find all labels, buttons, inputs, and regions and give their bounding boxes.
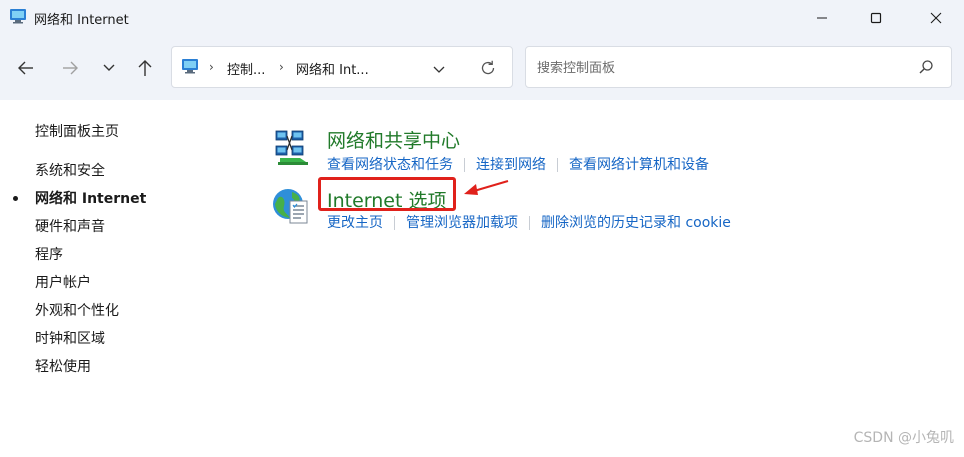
- sidebar-item-label: 时钟和区域: [35, 331, 105, 347]
- link-divider: [529, 216, 530, 230]
- up-button[interactable]: [133, 56, 157, 80]
- arrow-right-icon: [63, 61, 78, 75]
- link-divider: [394, 216, 395, 230]
- sidebar-item-clock-region[interactable]: 时钟和区域: [35, 330, 146, 358]
- search-icon: [919, 60, 933, 74]
- active-indicator: [13, 196, 18, 201]
- watermark: CSDN @小兔叽: [853, 430, 954, 446]
- sidebar-item-label: 用户帐户: [35, 275, 91, 291]
- link-manage-addons[interactable]: 管理浏览器加载项: [406, 215, 518, 231]
- window-title: 网络和 Internet: [34, 13, 129, 28]
- minimize-icon: [817, 17, 827, 19]
- minimize-button[interactable]: [796, 0, 848, 36]
- link-view-network-computers[interactable]: 查看网络计算机和设备: [569, 157, 709, 173]
- sidebar-item-label: 网络和 Internet: [35, 191, 147, 207]
- breadcrumb-control-panel[interactable]: 控制...: [227, 59, 265, 78]
- internet-options-icon: [272, 186, 312, 226]
- sidebar-item-hardware-sound[interactable]: 硬件和声音: [35, 218, 146, 246]
- maximize-button[interactable]: [850, 0, 902, 36]
- sidebar-item-label: 轻松使用: [35, 359, 91, 375]
- category-title-network-sharing[interactable]: 网络和共享中心: [327, 126, 460, 153]
- breadcrumb-separator: ›: [209, 60, 214, 74]
- sidebar-item-label: 程序: [35, 247, 63, 263]
- breadcrumb-separator: ›: [279, 60, 284, 74]
- sidebar-item-programs[interactable]: 程序: [35, 246, 146, 274]
- chevron-down-icon: [103, 64, 115, 71]
- sidebar-item-ease-of-access[interactable]: 轻松使用: [35, 358, 146, 386]
- sidebar-item-appearance[interactable]: 外观和个性化: [35, 302, 146, 330]
- navigation-bar: › 控制... › 网络和 Int...: [0, 36, 964, 100]
- link-delete-browsing-history[interactable]: 删除浏览的历史记录和 cookie: [541, 215, 731, 231]
- maximize-icon: [870, 12, 882, 24]
- sidebar: 系统和安全 网络和 Internet 硬件和声音 程序 用户帐户 外观和个性化 …: [13, 162, 147, 386]
- recent-locations-button[interactable]: [97, 56, 121, 80]
- sidebar-item-label: 系统和安全: [35, 163, 105, 179]
- sidebar-home-link[interactable]: 控制面板主页: [35, 121, 119, 141]
- refresh-button[interactable]: [479, 59, 497, 81]
- control-panel-window: 网络和 Internet › 控制... › 网络和 Int... 搜索控制面板…: [0, 0, 964, 457]
- refresh-icon: [481, 60, 495, 75]
- category-links-network-sharing: 查看网络状态和任务 连接到网络 查看网络计算机和设备: [327, 154, 709, 174]
- search-box[interactable]: [525, 46, 952, 88]
- sidebar-item-label: 外观和个性化: [35, 303, 119, 319]
- category-links-internet-options: 更改主页 管理浏览器加载项 删除浏览的历史记录和 cookie: [327, 212, 731, 232]
- network-sharing-icon: [272, 128, 312, 168]
- sidebar-item-network-internet[interactable]: 网络和 Internet: [13, 190, 147, 218]
- forward-button[interactable]: [58, 56, 82, 80]
- sidebar-item-user-accounts[interactable]: 用户帐户: [35, 274, 146, 302]
- control-panel-icon: [181, 58, 199, 78]
- link-divider: [464, 158, 465, 172]
- address-dropdown-button[interactable]: [432, 60, 446, 79]
- address-bar[interactable]: › 控制... › 网络和 Int...: [171, 46, 513, 88]
- control-panel-icon: [9, 8, 27, 24]
- arrow-left-icon: [18, 61, 33, 75]
- link-change-homepage[interactable]: 更改主页: [327, 215, 383, 231]
- search-input[interactable]: [535, 57, 899, 79]
- annotation-highlight-box: [318, 177, 456, 211]
- back-button[interactable]: [14, 56, 38, 80]
- chevron-down-icon: [433, 66, 445, 73]
- title-bar: 网络和 Internet: [0, 0, 964, 36]
- close-icon: [930, 12, 942, 24]
- link-view-network-status[interactable]: 查看网络状态和任务: [327, 157, 453, 173]
- sidebar-item-label: 硬件和声音: [35, 219, 105, 235]
- close-button[interactable]: [910, 0, 962, 36]
- sidebar-item-system-security[interactable]: 系统和安全: [35, 162, 146, 190]
- annotation-arrow-icon: [462, 178, 512, 202]
- link-divider: [557, 158, 558, 172]
- link-connect-to-network[interactable]: 连接到网络: [476, 157, 546, 173]
- arrow-up-icon: [138, 60, 152, 76]
- search-button[interactable]: [918, 59, 934, 79]
- breadcrumb-network-internet[interactable]: 网络和 Int...: [296, 59, 369, 78]
